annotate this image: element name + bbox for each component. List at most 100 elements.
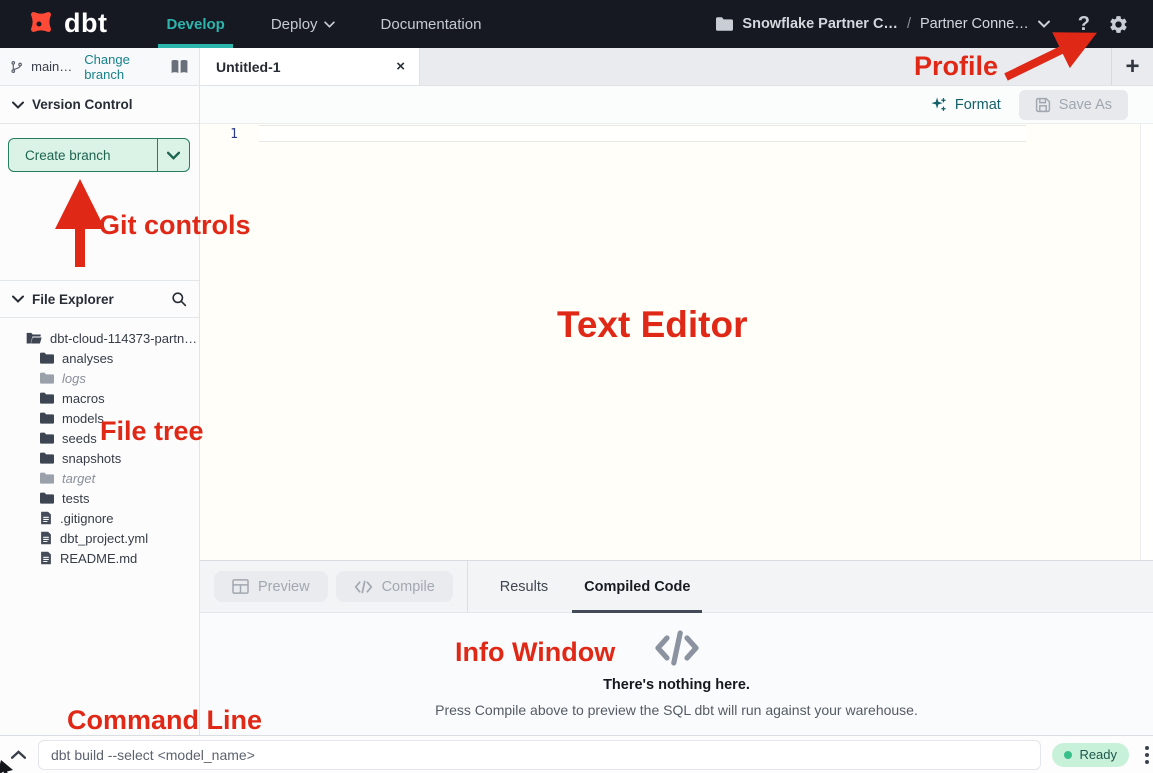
folder-icon <box>40 452 54 464</box>
file-icon <box>40 531 52 545</box>
help-button[interactable]: ? <box>1060 13 1098 36</box>
tree-item-models[interactable]: models <box>0 408 199 428</box>
topbar-right: Snowflake Partner C… / Partner Conne… ? <box>716 13 1153 36</box>
version-control-header[interactable]: Version Control <box>0 86 199 124</box>
folder-icon <box>40 392 54 404</box>
version-control-title: Version Control <box>32 97 133 112</box>
tree-item-target[interactable]: target <box>0 468 199 488</box>
tab-compiled-code[interactable]: Compiled Code <box>580 561 694 613</box>
editor-scrollbar[interactable] <box>1140 124 1153 560</box>
folder-icon <box>40 412 54 424</box>
folder-icon <box>40 352 54 364</box>
tab-results[interactable]: Results <box>496 561 552 613</box>
preview-label: Preview <box>258 579 310 595</box>
code-icon <box>354 580 373 594</box>
info-window-header: Preview Compile Results Compiled Code <box>200 561 1153 613</box>
command-options-kebab-menu[interactable] <box>1141 742 1153 768</box>
compile-button[interactable]: Compile <box>336 571 453 602</box>
code-empty-state-icon <box>651 628 703 668</box>
tree-item-seeds[interactable]: seeds <box>0 428 199 448</box>
format-button[interactable]: Format <box>930 96 1001 113</box>
preview-button[interactable]: Preview <box>214 571 328 602</box>
project-name: Partner Conne… <box>920 16 1029 32</box>
format-label: Format <box>955 97 1001 113</box>
file-icon <box>40 551 52 565</box>
folder-open-icon <box>26 332 42 345</box>
table-icon <box>232 579 249 594</box>
save-as-button[interactable]: Save As <box>1019 90 1128 120</box>
chevron-down-icon <box>324 21 335 28</box>
settings-gear-icon[interactable] <box>1108 14 1129 35</box>
chevron-down-icon <box>12 295 24 303</box>
create-branch-dropdown[interactable] <box>157 139 189 171</box>
folder-icon <box>40 372 54 384</box>
sidebar: Version Control Create branch File Explo… <box>0 86 200 735</box>
editor-active-line[interactable] <box>259 125 1026 142</box>
file-tree: dbt-cloud-114373-partn… analyses logs ma… <box>0 328 199 568</box>
breadcrumb-separator: / <box>907 16 911 32</box>
project-selector[interactable]: Snowflake Partner C… / Partner Conne… <box>716 16 1049 32</box>
save-as-label: Save As <box>1059 97 1112 113</box>
expand-command-history-button[interactable] <box>0 750 38 759</box>
chevron-up-icon <box>11 750 26 759</box>
search-icon[interactable] <box>171 291 187 307</box>
nav-documentation[interactable]: Documentation <box>358 0 505 48</box>
create-branch-button[interactable]: Create branch <box>8 138 190 172</box>
tree-item-macros[interactable]: macros <box>0 388 199 408</box>
tab-label: Untitled-1 <box>216 59 281 75</box>
folder-icon <box>40 432 54 444</box>
dbt-cloud-ide: dbt Develop Deploy Documentation Snowfla… <box>0 0 1153 773</box>
create-branch-label: Create branch <box>9 139 157 171</box>
tree-item-gitignore[interactable]: .gitignore <box>0 508 199 528</box>
dbt-logo-icon <box>20 6 58 42</box>
tab-close-icon[interactable]: × <box>396 59 405 74</box>
sparkle-icon <box>930 96 947 113</box>
chevron-down-icon <box>167 151 180 160</box>
empty-state-subtitle: Press Compile above to preview the SQL d… <box>435 702 918 718</box>
branch-bar: main… Change branch <box>0 48 200 86</box>
current-branch: main… <box>31 59 72 74</box>
tree-item-snapshots[interactable]: snapshots <box>0 448 199 468</box>
tab-untitled-1[interactable]: Untitled-1 × <box>200 48 420 85</box>
file-explorer-title: File Explorer <box>32 292 114 307</box>
tree-item-analyses[interactable]: analyses <box>0 348 199 368</box>
tree-item-project-root[interactable]: dbt-cloud-114373-partn… <box>0 328 199 348</box>
status-badge: Ready <box>1052 743 1129 767</box>
nav-develop[interactable]: Develop <box>143 0 247 48</box>
text-editor[interactable]: 1 <box>200 124 1153 560</box>
compile-label: Compile <box>382 579 435 595</box>
tree-item-readme-md[interactable]: README.md <box>0 548 199 568</box>
line-number: 1 <box>200 127 238 142</box>
nav-deploy[interactable]: Deploy <box>248 0 358 48</box>
tree-item-tests[interactable]: tests <box>0 488 199 508</box>
editor-toolbar: Format Save As <box>200 86 1153 124</box>
top-navigation-bar: dbt Develop Deploy Documentation Snowfla… <box>0 0 1153 48</box>
command-line-bar: Ready <box>0 735 1153 773</box>
editor-tab-bar: Untitled-1 × + <box>200 48 1153 86</box>
status-label: Ready <box>1079 747 1117 762</box>
chevron-down-icon <box>12 101 24 109</box>
change-branch-link[interactable]: Change branch <box>84 52 162 82</box>
docs-book-icon[interactable] <box>170 59 189 75</box>
chevron-down-icon <box>1038 20 1050 28</box>
folder-icon <box>40 472 54 484</box>
account-name: Snowflake Partner C… <box>742 16 898 32</box>
folder-icon <box>716 17 733 31</box>
empty-state-title: There's nothing here. <box>603 677 750 693</box>
info-window-body: There's nothing here. Press Compile abov… <box>200 614 1153 735</box>
dbt-logo[interactable]: dbt <box>0 6 107 42</box>
new-tab-button[interactable]: + <box>1111 48 1153 85</box>
dbt-logo-text: dbt <box>64 10 107 37</box>
command-input[interactable] <box>38 740 1041 770</box>
panel-separator <box>467 561 468 612</box>
file-explorer-header[interactable]: File Explorer <box>0 280 199 318</box>
status-dot-icon <box>1064 751 1072 759</box>
save-icon <box>1035 97 1051 113</box>
file-icon <box>40 511 52 525</box>
git-branch-icon <box>10 59 23 75</box>
top-nav: Develop Deploy Documentation <box>143 0 504 48</box>
folder-icon <box>40 492 54 504</box>
info-window: Preview Compile Results Compiled Code Th… <box>200 560 1153 735</box>
tree-item-logs[interactable]: logs <box>0 368 199 388</box>
tree-item-dbt-project-yml[interactable]: dbt_project.yml <box>0 528 199 548</box>
